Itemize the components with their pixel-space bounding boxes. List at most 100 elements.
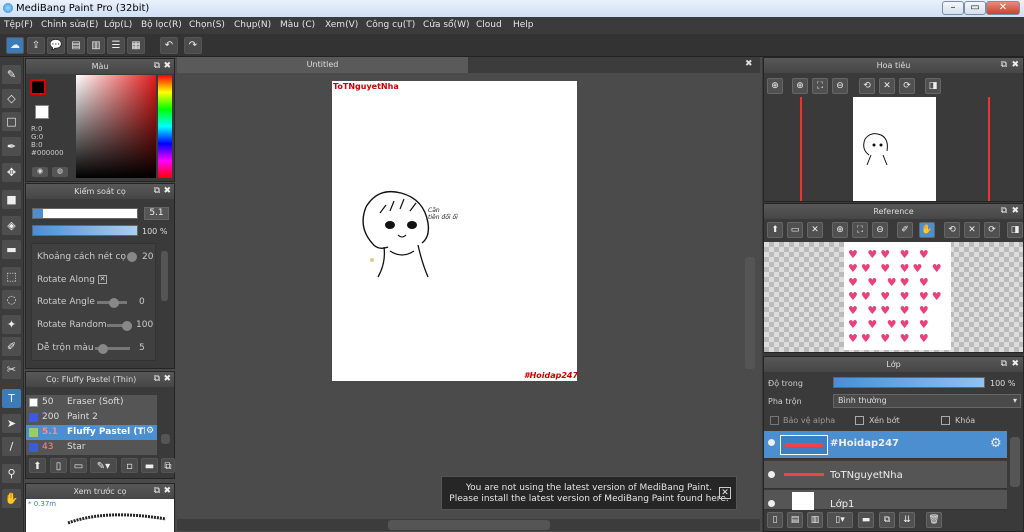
brush-size-value[interactable]: 5.1 xyxy=(144,207,169,220)
close-icon[interactable]: ✖ xyxy=(163,184,171,199)
lasso-icon[interactable]: ◌ xyxy=(2,290,21,309)
list-item[interactable]: 5.1 Fluffy Pastel (Thin) ⚙ xyxy=(26,425,157,440)
delete-brush-icon[interactable]: ▫ xyxy=(121,458,138,473)
layer-row[interactable]: ToTNguyetNha xyxy=(764,461,1007,489)
fit-icon[interactable]: ⛶ xyxy=(812,78,828,94)
text-tool-icon[interactable]: T xyxy=(2,389,21,408)
select-eraser-icon[interactable]: ✂ xyxy=(2,360,21,379)
scrollbar[interactable] xyxy=(161,251,168,301)
list-item[interactable]: 43 Star xyxy=(26,440,157,455)
magic-wand-icon[interactable]: ✦ xyxy=(2,315,21,334)
undock-icon[interactable]: ⧉ xyxy=(154,59,160,74)
rect-tool-icon[interactable]: □ xyxy=(2,112,21,131)
rotate-angle-slider[interactable] xyxy=(97,298,127,308)
rotate-right-icon[interactable]: ⟳ xyxy=(899,78,915,94)
navigator-preview[interactable] xyxy=(764,97,1023,201)
menu-view[interactable]: Xem(V) xyxy=(325,20,358,30)
undock-icon[interactable]: ⧉ xyxy=(1001,204,1007,219)
alpha-protect-checkbox[interactable] xyxy=(770,416,779,425)
rotate-left-icon[interactable]: ⟲ xyxy=(859,78,875,94)
reference-canvas[interactable]: ♥ ♥♥ ♥ ♥ ♥♥ ♥ ♥♥ ♥ ♥ ♥ ♥♥ ♥ ♥♥ ♥ ♥ ♥♥ ♥ ♥♥ ♥… xyxy=(764,242,1023,352)
lock-checkbox[interactable] xyxy=(941,416,950,425)
zoom-in-icon[interactable]: ⊕ xyxy=(792,78,808,94)
close-button[interactable]: ✕ xyxy=(986,1,1020,15)
settings-icon[interactable]: ⚙ xyxy=(146,426,154,436)
hand-icon[interactable]: ✋ xyxy=(919,222,935,238)
zoom-in-icon[interactable]: ⊕ xyxy=(832,222,848,238)
undock-icon[interactable]: ⧉ xyxy=(1001,58,1007,73)
close-icon[interactable]: ✖ xyxy=(745,59,753,69)
menu-layer[interactable]: Lớp(L) xyxy=(104,20,132,30)
eyedropper-icon[interactable]: ✐ xyxy=(897,222,913,238)
blend-slider[interactable] xyxy=(95,344,130,354)
eraser-tool-icon[interactable]: ◇ xyxy=(2,89,21,108)
comment-icon[interactable]: 💬 xyxy=(47,37,65,54)
upload-icon[interactable]: ⬆ xyxy=(767,222,783,238)
select-rect-icon[interactable]: ⬚ xyxy=(2,267,21,286)
zoom-in-icon[interactable]: ⊕ xyxy=(767,78,783,94)
maximize-button[interactable]: ▭ xyxy=(964,1,986,15)
swatch-icon[interactable]: ◍ xyxy=(52,167,68,177)
document-icon[interactable]: ▥ xyxy=(87,37,105,54)
layer-row[interactable]: Lớp1 xyxy=(764,490,1007,510)
grid-icon[interactable]: ▦ xyxy=(127,37,145,54)
close-icon[interactable]: ✖ xyxy=(1011,357,1019,372)
rotate-left-icon[interactable]: ⟲ xyxy=(944,222,960,238)
eyedropper-icon[interactable]: ⚲ xyxy=(2,464,21,483)
close-icon[interactable]: ✖ xyxy=(1011,58,1019,73)
scrollbar[interactable] xyxy=(161,434,170,444)
undo-icon[interactable]: ↶ xyxy=(160,37,178,54)
primary-color-swatch[interactable] xyxy=(30,79,46,95)
zoom-out-icon[interactable]: ⊖ xyxy=(872,222,888,238)
brush-size-slider[interactable] xyxy=(32,208,138,219)
undock-icon[interactable]: ⧉ xyxy=(154,484,160,499)
close-reference-icon[interactable]: ✕ xyxy=(807,222,823,238)
new-layer-icon[interactable]: ▯ xyxy=(767,512,783,528)
menu-help[interactable]: Help xyxy=(513,20,534,30)
bucket-tool-icon[interactable]: ◈ xyxy=(2,216,21,235)
menu-color[interactable]: Màu (C) xyxy=(280,20,315,30)
brush-opacity-slider[interactable] xyxy=(32,225,138,236)
horizontal-scrollbar[interactable] xyxy=(388,520,550,530)
new-8bit-layer-icon[interactable]: ▥ xyxy=(807,512,823,528)
close-icon[interactable]: ✕ xyxy=(719,487,731,499)
list-item[interactable]: 200 Paint 2 xyxy=(26,410,157,425)
delete-layer-icon[interactable]: 🗑 xyxy=(926,512,942,528)
merge-icon[interactable]: ⇊ xyxy=(899,512,915,528)
redo-icon[interactable]: ↷ xyxy=(184,37,202,54)
new-brush-icon[interactable]: ▯ xyxy=(50,458,67,473)
spacing-knob[interactable] xyxy=(127,252,137,262)
menu-select[interactable]: Chọn(S) xyxy=(189,20,225,30)
duplicate-icon[interactable]: ⧉ xyxy=(879,512,895,528)
visibility-icon[interactable] xyxy=(768,471,775,478)
list-item[interactable]: 50 Eraser (Soft) xyxy=(26,395,157,410)
secondary-color-swatch[interactable] xyxy=(35,105,49,119)
operation-tool-icon[interactable]: ➤ xyxy=(2,414,21,433)
vertical-scrollbar[interactable] xyxy=(745,257,755,369)
blend-mode-select[interactable]: Bình thường ▾ xyxy=(833,394,1021,408)
cloud-icon[interactable]: ☁ xyxy=(6,37,24,54)
menu-tools[interactable]: Công cụ(T) xyxy=(366,20,415,30)
pen-tool-icon[interactable]: ✒ xyxy=(2,137,21,156)
flip-icon[interactable]: ◨ xyxy=(925,78,941,94)
undock-icon[interactable]: ⧉ xyxy=(154,184,160,199)
menu-capture[interactable]: Chụp(N) xyxy=(234,20,271,30)
message-icon[interactable]: ▤ xyxy=(67,37,85,54)
gradient-tool-icon[interactable]: ▬ xyxy=(2,240,21,259)
palette-icon[interactable]: ◉ xyxy=(32,167,48,177)
close-icon[interactable]: ✖ xyxy=(163,484,171,499)
layer-row[interactable]: #Hoidap247 ⚙ xyxy=(764,431,1007,459)
hand-tool-icon[interactable]: ✋ xyxy=(2,489,21,508)
color-field[interactable] xyxy=(76,75,156,178)
undock-icon[interactable]: ⧉ xyxy=(1001,357,1007,372)
copy-brush-icon[interactable]: ▭ xyxy=(70,458,87,473)
select-pen-icon[interactable]: ✐ xyxy=(2,337,21,356)
divide-tool-icon[interactable]: / xyxy=(2,437,21,456)
menu-filter[interactable]: Bộ lọc(R) xyxy=(141,20,182,30)
menu-edit[interactable]: Chỉnh sửa(E) xyxy=(41,20,98,30)
close-icon[interactable]: ✖ xyxy=(1011,204,1019,219)
close-icon[interactable]: ✖ xyxy=(163,372,171,387)
brush-type-icon[interactable]: ✎▾ xyxy=(90,458,117,473)
list-icon[interactable]: ☰ xyxy=(107,37,125,54)
rotate-random-slider[interactable] xyxy=(107,321,132,331)
